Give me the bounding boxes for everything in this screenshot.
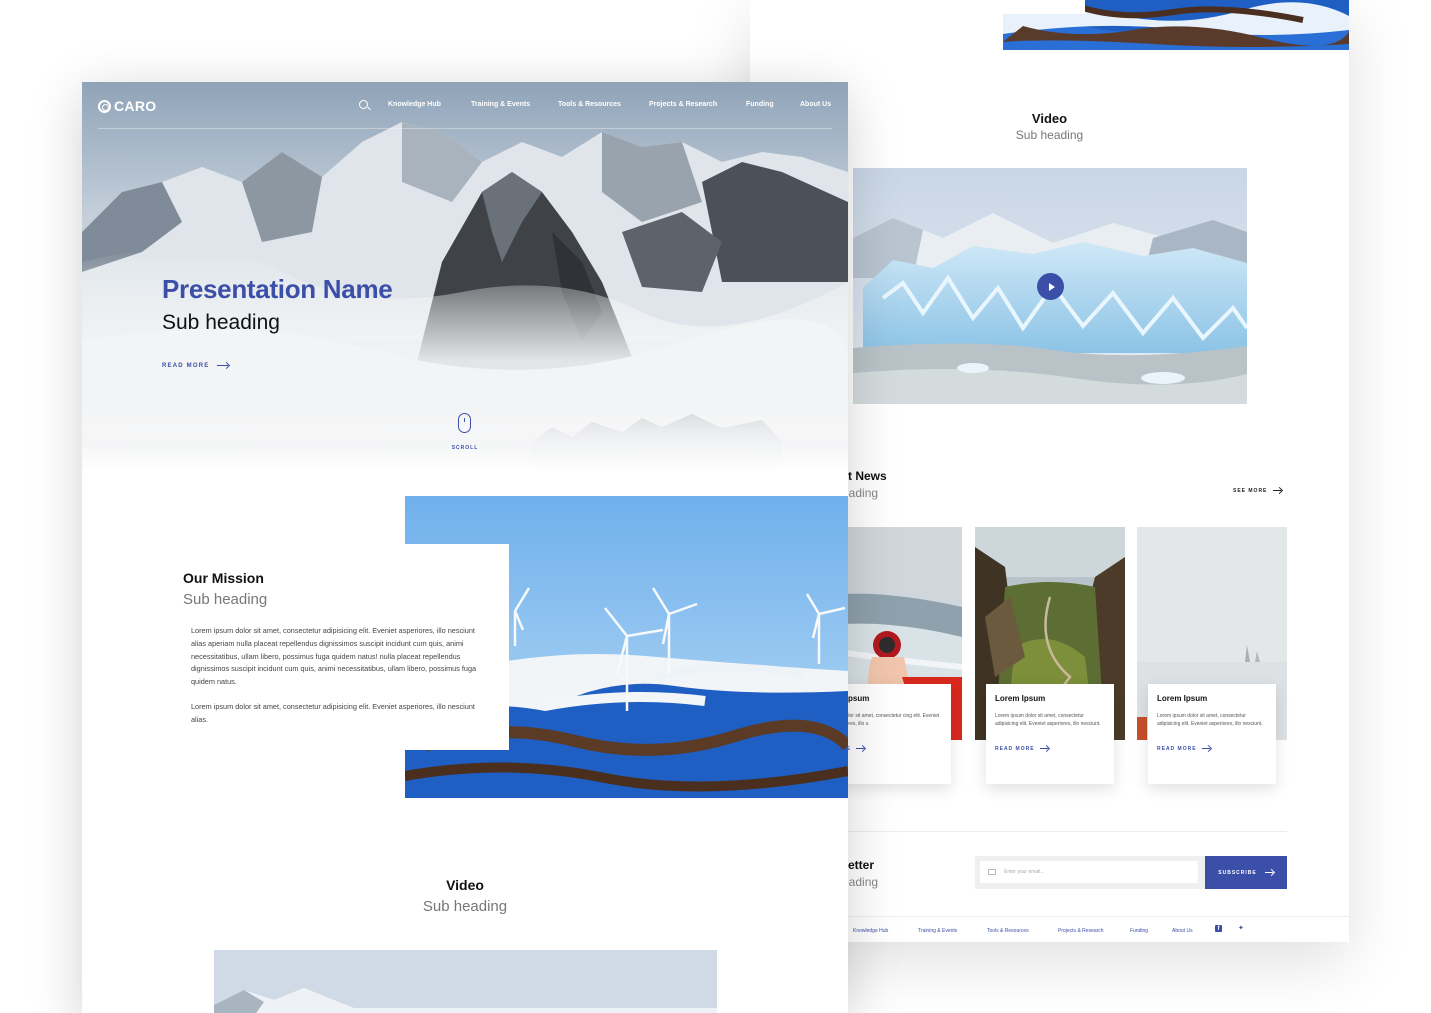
subscribe-button[interactable]: SUBSCRIBE xyxy=(1205,856,1287,889)
read-more-label: READ MORE xyxy=(1157,745,1197,752)
divider xyxy=(848,831,1287,832)
play-icon[interactable] xyxy=(1037,273,1064,300)
mission-paragraph: Lorem ipsum dolor sit amet, consectetur … xyxy=(191,626,477,687)
footer-link-tools-resources[interactable]: Tools & Resources xyxy=(987,928,1029,934)
nav-knowledge-hub[interactable]: Knowledge Hub xyxy=(388,101,441,108)
news-card-title: Lorem Ipsum xyxy=(1157,694,1208,703)
read-more-label: READ MORE xyxy=(162,362,210,369)
logo[interactable]: CARO xyxy=(98,98,156,114)
mail-icon xyxy=(988,869,996,875)
hero-title: Presentation Name xyxy=(162,274,393,304)
nav-funding[interactable]: Funding xyxy=(746,101,774,108)
nav-projects-research[interactable]: Projects & Research xyxy=(649,101,717,108)
news-card-body: Lorem ipsum dolor sit amet, consectetur … xyxy=(1157,713,1263,727)
footer-link-projects-research[interactable]: Projects & Research xyxy=(1058,928,1104,934)
back-top-image xyxy=(1003,0,1349,50)
news-card-title: Lorem Ipsum xyxy=(995,694,1046,703)
mission-title: Our Mission xyxy=(183,570,264,586)
video-title: Video xyxy=(446,877,484,893)
nav-training-events[interactable]: Training & Events xyxy=(471,101,530,108)
twitter-icon[interactable]: ✦ xyxy=(1238,925,1246,932)
news-card-content: Lorem Ipsum Lorem ipsum dolor sit amet, … xyxy=(1148,684,1276,784)
video-thumbnail[interactable] xyxy=(214,950,717,1013)
arrow-right-icon xyxy=(1039,745,1049,752)
news-card-read-more[interactable]: READ MORE xyxy=(995,745,1105,752)
arrow-right-icon xyxy=(217,362,229,369)
mission-paragraph: Lorem ipsum dolor sit amet, consectetur … xyxy=(191,702,475,724)
front-page: CARO Knowledge Hub Training & Events Too… xyxy=(82,82,848,1013)
email-field-wrap: Enter your email... xyxy=(975,856,1205,889)
see-more-link[interactable]: SEE MORE xyxy=(1233,487,1282,494)
news-card-body: sum dolor sit amet, consectetur cing eli… xyxy=(832,713,940,727)
news-card-read-more[interactable]: READ MORE xyxy=(1157,745,1267,752)
arrow-right-icon xyxy=(1201,745,1211,752)
mouse-scroll-icon[interactable] xyxy=(458,413,471,433)
video-subheading: Sub heading xyxy=(422,898,508,915)
caro-logo-icon xyxy=(98,99,111,113)
nav-tools-resources[interactable]: Tools & Resources xyxy=(558,101,621,108)
hero-read-more-link[interactable]: READ MORE xyxy=(162,362,229,369)
footer-link-knowledge-hub[interactable]: Knowledge Hub xyxy=(853,928,888,934)
news-card-content: Lorem Ipsum Lorem ipsum dolor sit amet, … xyxy=(986,684,1114,784)
newsletter-title: etter xyxy=(848,858,875,872)
nav-divider xyxy=(98,128,832,129)
arrow-right-icon xyxy=(1264,869,1274,876)
facebook-icon[interactable]: f xyxy=(1215,925,1222,932)
email-placeholder: Enter your email... xyxy=(1004,869,1045,875)
design-mockup: Video Sub heading t News eading SEE MORE… xyxy=(0,0,1431,1013)
mission-subheading: Sub heading xyxy=(183,591,268,608)
news-card-title: em Ipsum xyxy=(832,694,870,703)
footer-link-about-us[interactable]: About Us xyxy=(1172,928,1193,934)
logo-text: CARO xyxy=(114,98,157,114)
news-card[interactable]: Lorem Ipsum Lorem ipsum dolor sit amet, … xyxy=(975,527,1125,785)
arrow-right-icon xyxy=(856,745,865,752)
footer-link-funding[interactable]: Funding xyxy=(1130,928,1148,934)
footer-link-training-events[interactable]: Training & Events xyxy=(918,928,957,934)
video-player[interactable] xyxy=(853,168,1247,404)
arrow-right-icon xyxy=(1273,487,1282,494)
hero-subheading: Sub heading xyxy=(162,311,280,334)
news-card-read-more[interactable]: MORE xyxy=(832,745,942,752)
news-card-body: Lorem ipsum dolor sit amet, consectetur … xyxy=(995,713,1101,727)
read-more-label: READ MORE xyxy=(995,745,1035,752)
search-icon[interactable] xyxy=(359,100,368,109)
scroll-label: SCROLL xyxy=(451,445,479,451)
nav-about-us[interactable]: About Us xyxy=(800,101,831,108)
subscribe-label: SUBSCRIBE xyxy=(1218,869,1257,876)
see-more-label: SEE MORE xyxy=(1233,487,1268,494)
news-card[interactable]: Lorem Ipsum Lorem ipsum dolor sit amet, … xyxy=(1137,527,1287,785)
strip-notch xyxy=(1003,0,1085,14)
top-nav: CARO Knowledge Hub Training & Events Too… xyxy=(82,82,848,129)
email-field[interactable]: Enter your email... xyxy=(980,861,1198,883)
news-title: t News xyxy=(848,469,887,483)
